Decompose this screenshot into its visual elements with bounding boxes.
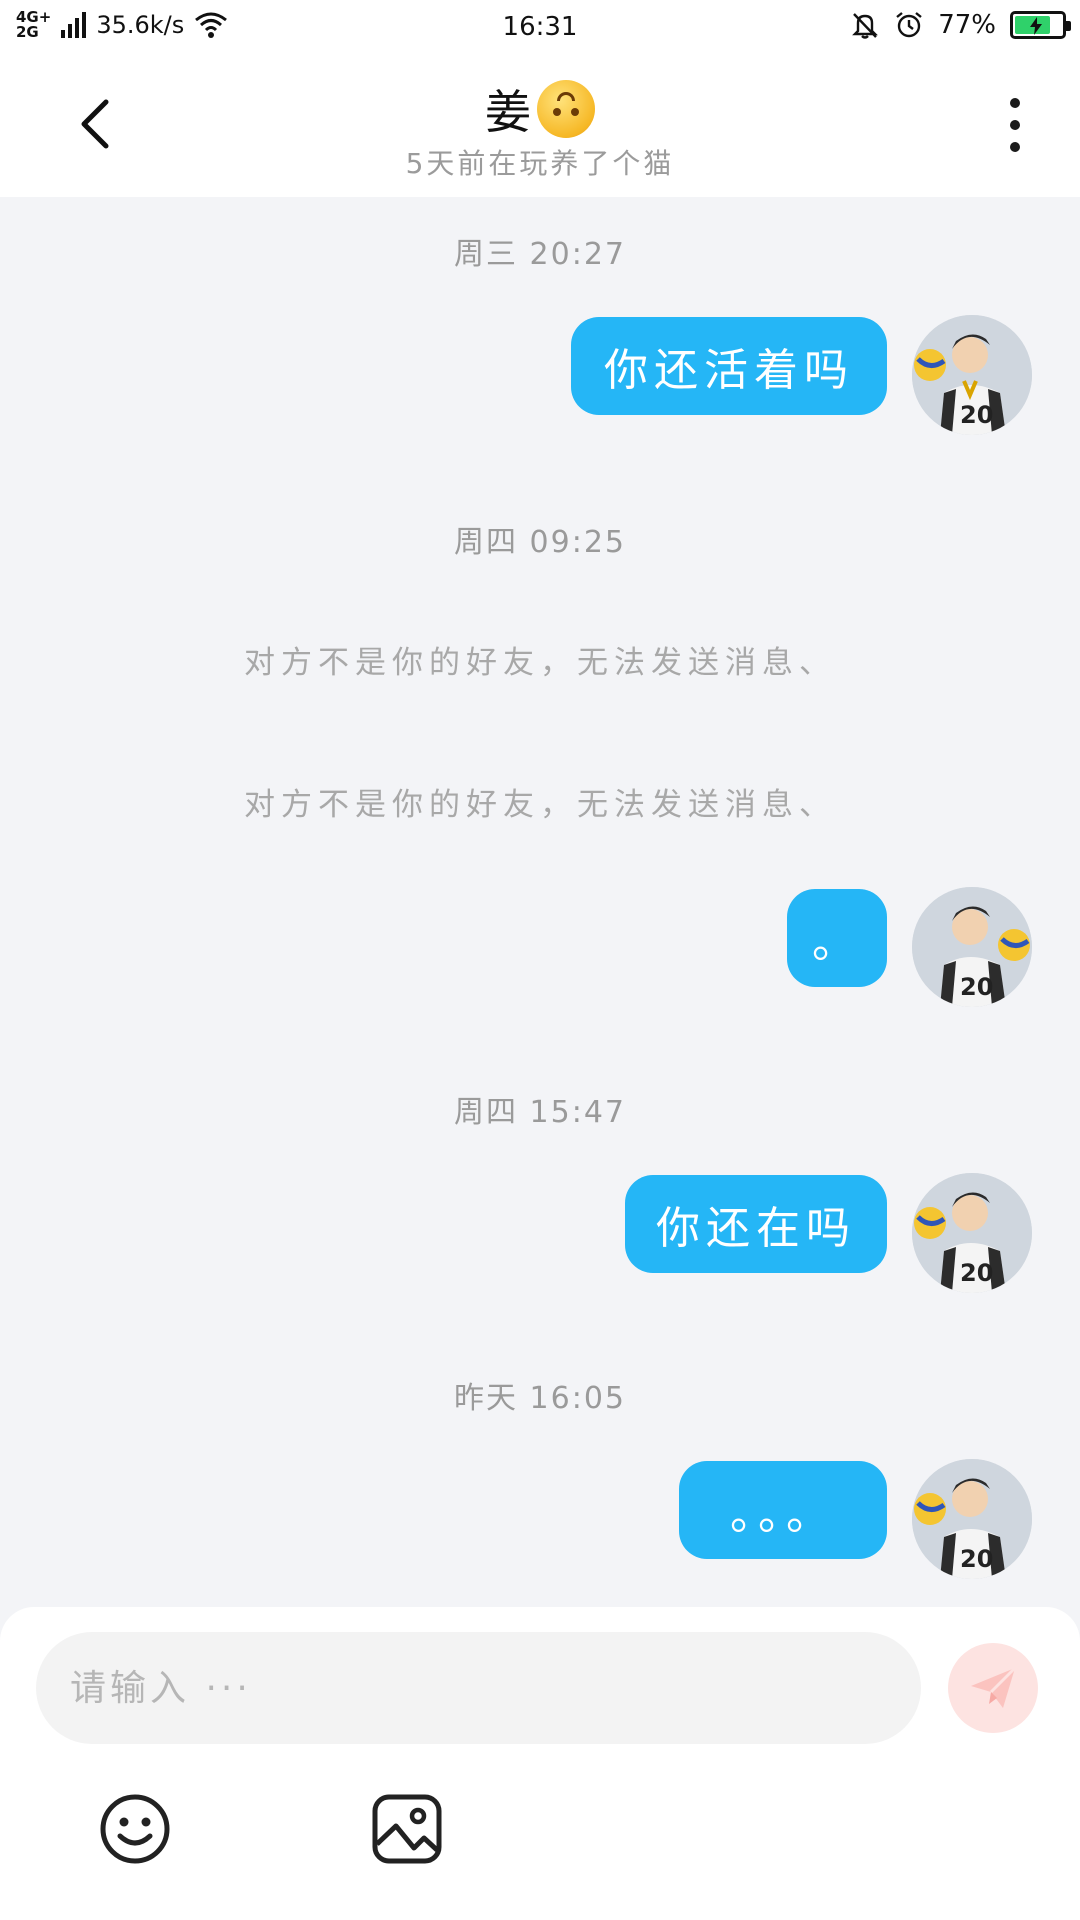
sent-message-bubble[interactable]: 。。。 bbox=[679, 1461, 887, 1559]
avatar-image: 20 bbox=[912, 1459, 1032, 1579]
more-options-button[interactable] bbox=[990, 92, 1040, 158]
contact-status: 5天前在玩养了个猫 bbox=[405, 147, 675, 180]
avatar-image: 20 bbox=[912, 1173, 1032, 1293]
message-input[interactable] bbox=[36, 1632, 921, 1744]
message-composer bbox=[0, 1607, 1080, 1920]
emoji-button[interactable] bbox=[98, 1792, 172, 1866]
chat-list[interactable]: 周三 20:27 你还活着吗 20 周四 09:25 对方不是你的好友，无法发送… bbox=[0, 197, 1080, 1607]
title-wrap: 姜 5天前在玩养了个猫 bbox=[0, 76, 1080, 182]
timestamp: 周四 15:47 bbox=[454, 1095, 626, 1130]
sent-message-bubble[interactable]: 你还活着吗 bbox=[571, 317, 887, 415]
system-notice: 对方不是你的好友，无法发送消息、 bbox=[244, 787, 836, 823]
system-notice: 对方不是你的好友，无法发送消息、 bbox=[244, 645, 836, 681]
more-dot bbox=[1010, 98, 1020, 108]
battery-percent: 77% bbox=[938, 10, 996, 40]
sent-message-bubble[interactable]: 。 bbox=[787, 889, 887, 987]
more-dot bbox=[1010, 142, 1020, 152]
bell-muted-icon bbox=[852, 13, 879, 39]
avatar[interactable]: 20 bbox=[912, 1459, 1032, 1579]
svg-text:20: 20 bbox=[960, 1259, 993, 1287]
send-icon bbox=[971, 1666, 1017, 1708]
battery-icon bbox=[1010, 11, 1071, 39]
upside-down-face-icon bbox=[537, 80, 595, 138]
avatar[interactable]: 20 bbox=[912, 315, 1032, 435]
battery-fill bbox=[1015, 16, 1051, 35]
status-right: 77% bbox=[850, 10, 1071, 40]
svg-text:20: 20 bbox=[960, 401, 993, 429]
svg-text:20: 20 bbox=[960, 973, 993, 1001]
more-dot bbox=[1010, 120, 1020, 130]
contact-name: 姜 bbox=[485, 85, 531, 139]
avatar[interactable]: 20 bbox=[912, 887, 1032, 1007]
avatar[interactable]: 20 bbox=[912, 1173, 1032, 1293]
timestamp: 周三 20:27 bbox=[454, 237, 626, 272]
image-icon bbox=[372, 1794, 442, 1864]
status-bar: 4G+ 2G 35.6k/s 16:31 77% bbox=[0, 0, 1080, 54]
image-button[interactable] bbox=[370, 1792, 444, 1866]
sent-message-bubble[interactable]: 你还在吗 bbox=[625, 1175, 887, 1273]
alarm-icon bbox=[896, 12, 922, 38]
send-button[interactable] bbox=[948, 1643, 1038, 1733]
avatar-image: 20 bbox=[912, 887, 1032, 1007]
charging-icon bbox=[1030, 17, 1042, 35]
svg-text:20: 20 bbox=[960, 1545, 993, 1573]
timestamp: 昨天 16:05 bbox=[454, 1381, 626, 1416]
chat-header: 姜 5天前在玩养了个猫 bbox=[0, 54, 1080, 197]
avatar-image: 20 bbox=[912, 315, 1032, 435]
timestamp: 周四 09:25 bbox=[454, 525, 626, 560]
emoji-icon bbox=[100, 1794, 170, 1864]
chat-title: 姜 bbox=[485, 76, 595, 142]
